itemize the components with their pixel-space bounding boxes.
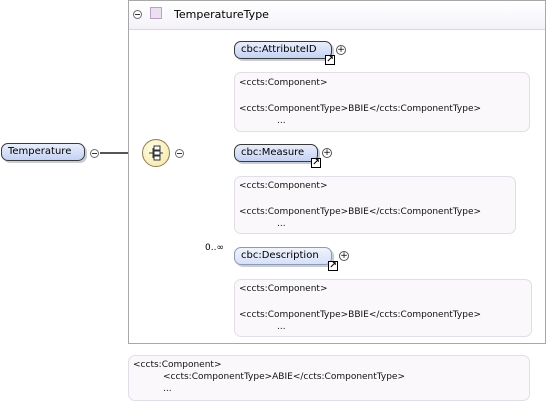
child-element-label: cbc:AttributeID: [241, 44, 317, 55]
expand-plus-icon[interactable]: +: [322, 148, 332, 158]
annotation-line: <ccts:ComponentType>BBIE</ccts:Component…: [239, 207, 482, 217]
type-annotation-box: <ccts:Component> <ccts:ComponentType>ABI…: [128, 355, 530, 401]
annotation-line: <ccts:Component>: [239, 284, 328, 294]
annotation-ellipsis: ...: [163, 384, 172, 394]
child-element-attributeid[interactable]: cbc:AttributeID: [234, 41, 332, 59]
annotation-line: <ccts:ComponentType>BBIE</ccts:Component…: [239, 104, 482, 114]
child-element-measure[interactable]: cbc:Measure: [234, 144, 318, 162]
cardinality-label: 0..∞: [205, 243, 224, 253]
root-element-label: Temperature: [8, 146, 72, 157]
type-collapse-toggle[interactable]: [133, 10, 142, 19]
annotation-box: <ccts:Component> <ccts:ComponentType>BBI…: [234, 176, 516, 234]
reference-arrow-icon: ↗: [325, 55, 335, 65]
annotation-line: <ccts:ComponentType>BBIE</ccts:Component…: [239, 310, 482, 320]
annotation-ellipsis: ...: [277, 219, 286, 229]
child-element-label: cbc:Description: [241, 250, 319, 261]
annotation-box: <ccts:Component> <ccts:ComponentType>BBI…: [234, 72, 530, 132]
root-collapse-toggle[interactable]: [90, 149, 99, 158]
annotation-line: <ccts:Component>: [133, 360, 222, 370]
annotation-ellipsis: ...: [277, 116, 286, 126]
expand-plus-icon[interactable]: +: [336, 45, 346, 55]
sequence-compositor-icon[interactable]: [142, 139, 170, 167]
reference-arrow-icon: ↗: [311, 158, 321, 168]
annotation-box: <ccts:Component> <ccts:ComponentType>BBI…: [234, 279, 532, 337]
child-element-description[interactable]: cbc:Description: [234, 247, 332, 265]
complex-type-icon: [150, 7, 162, 19]
reference-arrow-icon: ↗: [328, 261, 338, 271]
annotation-line: <ccts:ComponentType>ABIE</ccts:Component…: [163, 372, 406, 382]
root-element-temperature[interactable]: Temperature: [1, 143, 85, 161]
type-title: TemperatureType: [174, 8, 269, 21]
annotation-line: <ccts:Component>: [239, 181, 328, 191]
sequence-glyph-icon: [149, 145, 163, 161]
annotation-ellipsis: ...: [277, 322, 286, 332]
compositor-collapse-toggle[interactable]: [175, 149, 184, 158]
child-element-label: cbc:Measure: [241, 147, 305, 158]
expand-plus-icon[interactable]: +: [339, 251, 349, 261]
annotation-line: <ccts:Component>: [239, 78, 328, 88]
